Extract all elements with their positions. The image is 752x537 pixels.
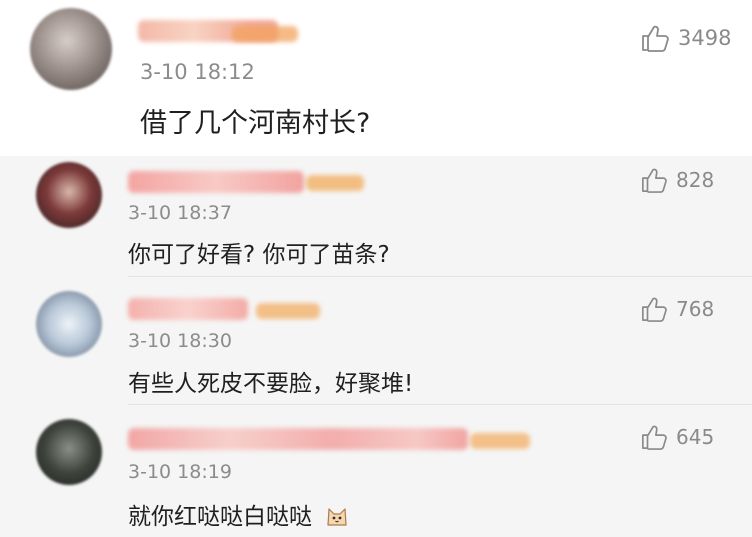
comment-time: 3-10 18:12	[140, 60, 255, 84]
username-blurred[interactable]	[128, 428, 468, 450]
like-count: 645	[676, 425, 715, 449]
reply-time: 3-10 18:30	[128, 330, 232, 352]
reply-text-content: 就你红哒哒白哒哒	[128, 504, 312, 530]
like-button[interactable]: 828	[640, 167, 714, 193]
comment-text: 借了几个河南村长?	[140, 108, 371, 139]
like-count: 828	[676, 168, 715, 192]
main-comment: 3-10 18:12 借了几个河南村长? 3498	[0, 0, 752, 156]
avatar[interactable]	[36, 419, 102, 485]
user-badge-blurred	[232, 26, 298, 42]
like-count: 768	[676, 297, 715, 321]
reply-text: 有些人死皮不要脸，好聚堆!	[128, 371, 414, 397]
thumbs-up-icon	[642, 425, 667, 450]
divider	[128, 404, 752, 405]
like-button[interactable]: 645	[640, 424, 714, 450]
user-badge-blurred	[470, 433, 530, 449]
like-button[interactable]: 768	[640, 296, 714, 322]
reply-text: 就你红哒哒白哒哒	[128, 497, 349, 531]
reply-time: 3-10 18:37	[128, 202, 232, 224]
username-blurred[interactable]	[128, 171, 304, 193]
cat-face-emoji	[327, 508, 347, 526]
user-badge-blurred	[256, 303, 320, 319]
avatar[interactable]	[30, 8, 112, 90]
user-badge-blurred	[306, 175, 364, 191]
like-count: 3498	[678, 26, 732, 50]
thumbs-up-icon	[642, 297, 667, 322]
thumbs-up-icon	[642, 25, 669, 52]
reply-text: 你可了好看? 你可了苗条?	[128, 242, 390, 268]
like-button[interactable]: 3498	[640, 24, 731, 52]
thumbs-up-icon	[642, 168, 667, 193]
avatar[interactable]	[36, 162, 102, 228]
avatar[interactable]	[36, 291, 102, 357]
username-blurred[interactable]	[128, 298, 248, 320]
divider	[128, 276, 752, 277]
reply-time: 3-10 18:19	[128, 461, 232, 483]
reply-list	[0, 156, 752, 537]
